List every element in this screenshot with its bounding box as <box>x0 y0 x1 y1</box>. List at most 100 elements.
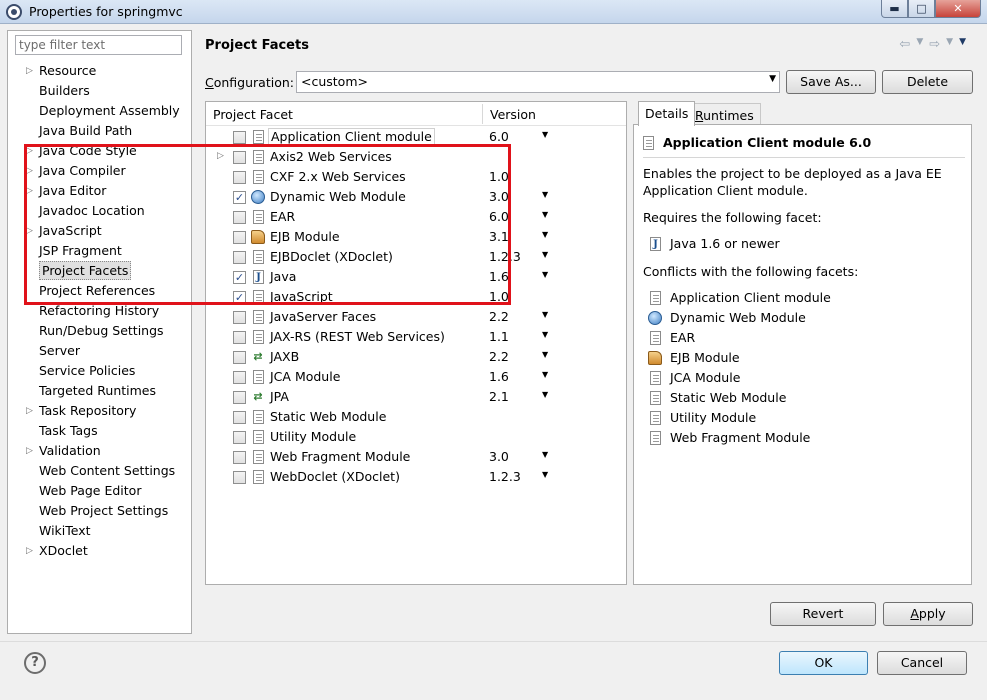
chevron-down-icon[interactable]: ▼ <box>542 270 548 279</box>
nav-item[interactable]: ▷ Java Code Style <box>8 141 191 161</box>
facet-checkbox[interactable] <box>233 371 246 384</box>
minimize-button[interactable]: ▬ <box>881 0 908 18</box>
chevron-down-icon[interactable]: ▼ <box>542 330 548 339</box>
facet-row[interactable]: EJB Module 3.1 ▼ <box>206 227 626 247</box>
column-separator[interactable] <box>482 104 483 124</box>
nav-item[interactable]: Web Page Editor <box>8 481 191 501</box>
facet-checkbox[interactable] <box>233 171 246 184</box>
facet-row[interactable]: ✓ Dynamic Web Module 3.0 ▼ <box>206 187 626 207</box>
chevron-down-icon[interactable]: ▼ <box>542 130 548 139</box>
chevron-down-icon[interactable]: ▼ <box>542 210 548 219</box>
help-icon[interactable]: ? <box>24 652 46 674</box>
nav-item[interactable]: ▷ Validation <box>8 441 191 461</box>
nav-item[interactable]: ▷ XDoclet <box>8 541 191 561</box>
expand-arrow-icon[interactable]: ▷ <box>26 161 33 181</box>
facet-version[interactable]: 3.0 <box>489 189 509 204</box>
nav-item[interactable]: Task Tags <box>8 421 191 441</box>
facet-row[interactable]: ▷ Axis2 Web Services <box>206 147 626 167</box>
expand-arrow-icon[interactable]: ▷ <box>26 401 33 421</box>
facet-version[interactable]: 2.2 <box>489 349 509 364</box>
close-button[interactable]: ✕ <box>935 0 981 18</box>
facet-version[interactable]: 1.6 <box>489 269 509 284</box>
chevron-down-icon[interactable]: ▼ <box>542 230 548 239</box>
expand-arrow-icon[interactable]: ▷ <box>26 141 33 161</box>
facet-version[interactable]: 6.0 <box>489 129 509 144</box>
back-arrow-icon[interactable]: ⇦ <box>899 37 910 52</box>
facet-row[interactable]: EAR 6.0 ▼ <box>206 207 626 227</box>
col-project-facet[interactable]: Project Facet <box>213 107 293 122</box>
facet-version[interactable]: 1.6 <box>489 369 509 384</box>
facet-row[interactable]: ⇄ JPA 2.1 ▼ <box>206 387 626 407</box>
expand-arrow-icon[interactable]: ▷ <box>26 541 33 561</box>
ok-button[interactable]: OK <box>779 651 868 675</box>
nav-item[interactable]: Java Build Path <box>8 121 191 141</box>
facet-checkbox[interactable] <box>233 251 246 264</box>
facet-row[interactable]: Static Web Module <box>206 407 626 427</box>
facet-row[interactable]: WebDoclet (XDoclet) 1.2.3 ▼ <box>206 467 626 487</box>
chevron-down-icon[interactable]: ▼ <box>542 250 548 259</box>
facet-checkbox[interactable] <box>233 131 246 144</box>
facet-version[interactable]: 1.1 <box>489 329 509 344</box>
nav-item[interactable]: Service Policies <box>8 361 191 381</box>
cancel-button[interactable]: Cancel <box>877 651 967 675</box>
facet-version[interactable]: 6.0 <box>489 209 509 224</box>
tab-details[interactable]: Details <box>638 101 696 126</box>
nav-item[interactable]: Server <box>8 341 191 361</box>
facet-row[interactable]: JCA Module 1.6 ▼ <box>206 367 626 387</box>
chevron-down-icon[interactable]: ▼ <box>542 390 548 399</box>
nav-item[interactable]: JSP Fragment <box>8 241 191 261</box>
col-version[interactable]: Version <box>490 107 536 122</box>
facet-checkbox[interactable] <box>233 151 246 164</box>
facet-checkbox[interactable] <box>233 311 246 324</box>
nav-item[interactable]: Run/Debug Settings <box>8 321 191 341</box>
nav-item[interactable]: Project Facets <box>8 261 191 281</box>
facet-version[interactable]: 3.0 <box>489 449 509 464</box>
chevron-down-icon[interactable]: ▼ <box>542 450 548 459</box>
facet-checkbox[interactable]: ✓ <box>233 191 246 204</box>
facet-version[interactable]: 2.2 <box>489 309 509 324</box>
nav-item[interactable]: ▷ Java Compiler <box>8 161 191 181</box>
nav-item[interactable]: WikiText <box>8 521 191 541</box>
nav-item[interactable]: Refactoring History <box>8 301 191 321</box>
chevron-down-icon[interactable]: ▼ <box>542 370 548 379</box>
configuration-select[interactable]: <custom> ▼ <box>296 71 780 93</box>
nav-item[interactable]: ▷ Java Editor <box>8 181 191 201</box>
facet-checkbox[interactable] <box>233 391 246 404</box>
expand-arrow-icon[interactable]: ▷ <box>26 61 33 81</box>
delete-button[interactable]: Delete <box>882 70 973 94</box>
facet-version[interactable]: 2.1 <box>489 389 509 404</box>
facet-version[interactable]: 1.2.3 <box>489 469 521 484</box>
view-menu-icon[interactable]: ▼ <box>959 37 966 52</box>
facet-row[interactable]: ✓ JavaScript 1.0 <box>206 287 626 307</box>
nav-item[interactable]: Deployment Assembly <box>8 101 191 121</box>
facet-checkbox[interactable] <box>233 451 246 464</box>
chevron-down-icon[interactable]: ▼ <box>542 310 548 319</box>
nav-item[interactable]: Web Content Settings <box>8 461 191 481</box>
facet-row[interactable]: CXF 2.x Web Services 1.0 <box>206 167 626 187</box>
chevron-down-icon[interactable]: ▼ <box>542 470 548 479</box>
filter-input[interactable] <box>15 35 182 55</box>
facet-row[interactable]: JavaServer Faces 2.2 ▼ <box>206 307 626 327</box>
facet-row[interactable]: Application Client module 6.0 ▼ <box>206 127 626 147</box>
tab-runtimes[interactable]: Runtimes <box>688 103 761 125</box>
expand-arrow-icon[interactable]: ▷ <box>26 181 33 201</box>
save-as-button[interactable]: Save As... <box>786 70 876 94</box>
revert-button[interactable]: Revert <box>770 602 876 626</box>
nav-item[interactable]: Project References <box>8 281 191 301</box>
expand-arrow-icon[interactable]: ▷ <box>217 151 224 161</box>
maximize-button[interactable]: □ <box>908 0 935 18</box>
nav-item[interactable]: ▷ Resource <box>8 61 191 81</box>
facet-version[interactable]: 3.1 <box>489 229 509 244</box>
back-dropdown-icon[interactable]: ▼ <box>916 37 923 52</box>
facet-version[interactable]: 1.2.3 <box>489 249 521 264</box>
facet-row[interactable]: Utility Module <box>206 427 626 447</box>
chevron-down-icon[interactable]: ▼ <box>542 190 548 199</box>
nav-item[interactable]: Web Project Settings <box>8 501 191 521</box>
facet-checkbox[interactable] <box>233 211 246 224</box>
facet-row[interactable]: ✓ J Java 1.6 ▼ <box>206 267 626 287</box>
expand-arrow-icon[interactable]: ▷ <box>26 221 33 241</box>
facet-version[interactable]: 1.0 <box>489 169 509 184</box>
facet-checkbox[interactable] <box>233 471 246 484</box>
facet-row[interactable]: Web Fragment Module 3.0 ▼ <box>206 447 626 467</box>
forward-dropdown-icon[interactable]: ▼ <box>946 37 953 52</box>
